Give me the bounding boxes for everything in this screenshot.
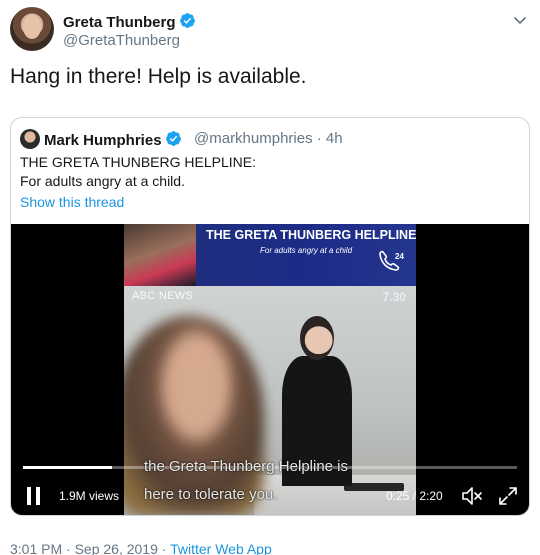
tweet-meta: 3:01 PM · Sep 26, 2019 · Twitter Web App: [10, 541, 272, 555]
video-banner: THE GRETA THUNBERG HELPLINE For adults a…: [124, 224, 416, 286]
pause-icon[interactable]: [27, 487, 41, 505]
program-logo: 7.30: [382, 290, 406, 304]
video-time: 0:25 / 2:20: [386, 489, 443, 503]
video-caption-line: here to tolerate you.: [144, 486, 278, 503]
chevron-down-icon[interactable]: [512, 12, 528, 28]
quoted-text-line: THE GRETA THUNBERG HELPLINE:: [20, 154, 256, 170]
author-name[interactable]: Greta Thunberg: [63, 14, 176, 31]
show-thread-link[interactable]: Show this thread: [20, 194, 124, 210]
view-count: 1.9M views: [59, 489, 120, 503]
phone-icon: 24: [379, 250, 404, 271]
video-progress-fill: [23, 466, 112, 469]
quoted-author-name[interactable]: Mark Humphries: [44, 132, 162, 149]
tweet-timestamp[interactable]: 3:01 PM · Sep 26, 2019 ·: [10, 541, 170, 555]
quoted-handle-time[interactable]: @markhumphries · 4h: [194, 130, 343, 147]
banner-title: THE GRETA THUNBERG HELPLINE: [206, 228, 416, 242]
author-name-row[interactable]: Greta Thunberg: [63, 12, 196, 31]
video-scene: ABC NEWS 7.30: [124, 286, 416, 515]
banner-image: [124, 224, 196, 286]
quoted-name-row[interactable]: Mark Humphries: [44, 130, 182, 149]
channel-logo: ABC NEWS: [132, 290, 194, 302]
quoted-tweet[interactable]: Mark Humphries @markhumphries · 4h THE G…: [10, 117, 530, 516]
video-caption-line: the Greta Thunberg Helpline is: [144, 458, 349, 475]
author-avatar[interactable]: [10, 7, 54, 51]
banner-subtitle: For adults angry at a child: [260, 246, 353, 255]
quoted-avatar[interactable]: [20, 129, 40, 149]
verified-badge-icon: [165, 131, 181, 146]
tweet-text: Hang in there! Help is available.: [10, 65, 307, 88]
tweet-source-link[interactable]: Twitter Web App: [170, 541, 272, 555]
phone-badge: 24: [395, 252, 404, 261]
quoted-text-line: For adults angry at a child.: [20, 173, 185, 189]
verified-badge-icon: [179, 13, 195, 28]
tweet: Greta Thunberg @GretaThunberg Hang in th…: [0, 0, 540, 555]
fullscreen-icon[interactable]: [497, 485, 519, 507]
video-player[interactable]: THE GRETA THUNBERG HELPLINE For adults a…: [11, 224, 529, 515]
author-handle[interactable]: @GretaThunberg: [63, 32, 180, 49]
volume-muted-icon[interactable]: [461, 485, 485, 507]
